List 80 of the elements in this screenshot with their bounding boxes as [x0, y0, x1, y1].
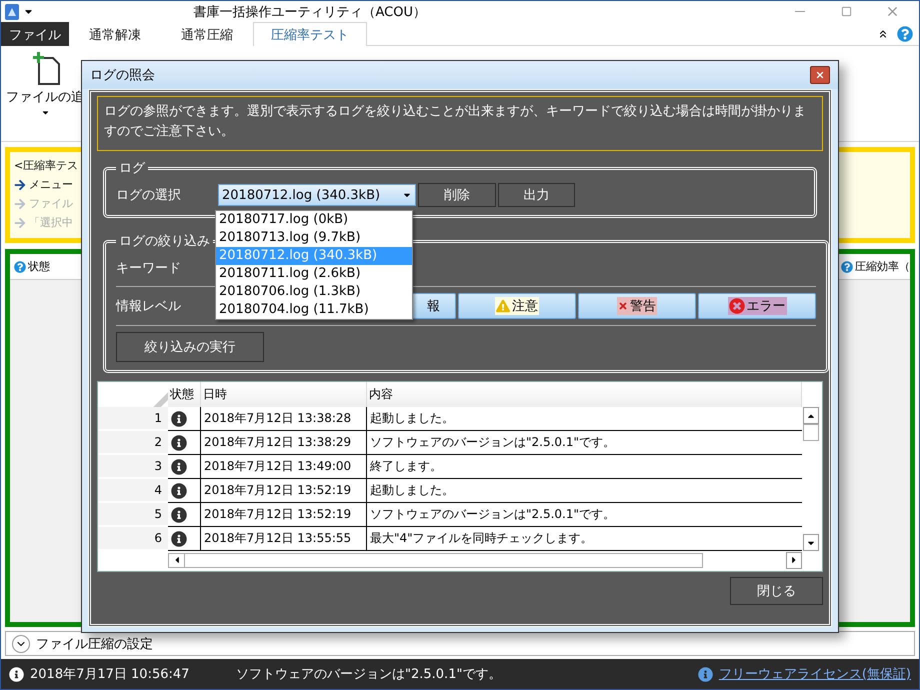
column-header: 状態 — [28, 259, 50, 274]
collapse-ribbon-icon[interactable] — [877, 28, 889, 40]
info-icon — [171, 434, 187, 450]
scroll-thumb[interactable] — [803, 424, 819, 441]
close-dialog-button[interactable]: 閉じる — [730, 577, 823, 605]
log-select[interactable]: 20180712.log (340.3kB) — [218, 184, 416, 206]
info-icon — [171, 506, 187, 522]
guide-heading: <圧縮率テス — [14, 158, 78, 173]
level-button[interactable]: 警告 — [578, 293, 696, 319]
table-cell: 2018年7月12日 13:55:55 — [201, 527, 367, 551]
license-link[interactable]: フリーウェアライセンス(無保証) — [718, 665, 911, 683]
run-filter-button[interactable]: 絞り込みの実行 — [116, 332, 264, 362]
dialog-button[interactable]: 削除 — [418, 183, 496, 207]
field-label: ログの選択 — [116, 187, 182, 204]
help-icon[interactable] — [14, 260, 26, 272]
table-cell: 2018年7月12日 13:49:00 — [201, 455, 367, 479]
column-header: 状態 — [168, 382, 201, 407]
help-icon[interactable] — [897, 26, 913, 42]
guide-step: メニュー — [29, 177, 73, 192]
info-icon — [171, 458, 187, 474]
chevron-icon — [12, 634, 30, 652]
info-icon — [171, 410, 187, 426]
row-header: 2 — [98, 431, 168, 455]
file-menu-tab[interactable]: ファイル — [1, 22, 69, 46]
row-header: 1 — [98, 407, 168, 431]
info-icon — [171, 482, 187, 498]
table-cell: 起動しました。 — [367, 479, 802, 503]
info-icon — [698, 666, 713, 682]
dialog-close-button[interactable] — [810, 66, 830, 84]
dialog-title: ログの照会 — [90, 67, 155, 84]
scrollbar-track[interactable] — [168, 552, 703, 568]
dropdown-option[interactable]: 20180713.log (9.7kB) — [216, 229, 412, 247]
level-button[interactable]: エラー — [698, 293, 816, 319]
ribbon-tab[interactable]: 圧縮率テスト — [253, 22, 367, 46]
table-cell: ソフトウェアのバージョンは"2.5.0.1"です。 — [367, 503, 802, 527]
table-cell: 2018年7月12日 13:52:19 — [201, 479, 367, 503]
dropdown-option[interactable]: 20180704.log (11.7kB) — [216, 301, 412, 319]
minimize-icon — [795, 11, 805, 12]
error-icon — [728, 298, 744, 314]
table-cell: 起動しました。 — [367, 407, 802, 431]
table-cell: 2018年7月12日 13:38:29 — [201, 431, 367, 455]
table-cell: 最大"4"ファイルを同時チェックします。 — [367, 527, 802, 551]
cross-icon — [618, 301, 628, 311]
table-cell: 終了します。 — [367, 455, 802, 479]
dropdown-option[interactable]: 20180717.log (0kB) — [216, 211, 412, 229]
column-header: 内容 — [367, 382, 802, 407]
dropdown-option[interactable]: 20180711.log (2.6kB) — [216, 265, 412, 283]
dialog-button[interactable]: 出力 — [498, 183, 575, 207]
row-header: 6 — [98, 527, 168, 551]
settings-expander[interactable]: ファイル圧縮の設定 — [5, 631, 915, 656]
table-cell: 2018年7月12日 13:52:19 — [201, 503, 367, 527]
scroll-up-button[interactable] — [803, 407, 819, 424]
window-title: 書庫一括操作ユーティリティ（ACOU） — [192, 4, 427, 20]
row-header: 5 — [98, 503, 168, 527]
field-label: キーワード — [116, 260, 182, 277]
table-cell: ソフトウェアのバージョンは"2.5.0.1"です。 — [367, 431, 802, 455]
row-header: 4 — [98, 479, 168, 503]
scroll-down-button[interactable] — [803, 534, 819, 551]
info-icon — [171, 530, 187, 546]
column-header: 日時 — [201, 382, 367, 407]
field-label: 情報レベル — [116, 298, 182, 315]
close-icon — [815, 70, 825, 80]
column-header: 圧縮効率（ — [855, 259, 910, 274]
maximize-icon — [840, 6, 852, 17]
status-time: 2018年7月17日 10:56:47 — [30, 666, 190, 683]
status-message: ソフトウェアのバージョンは"2.5.0.1"です。 — [236, 666, 502, 683]
group-title: ログの絞り込み — [118, 233, 211, 250]
warning-icon — [496, 299, 510, 313]
dialog-description: ログの参照ができます。選別で表示するログを絞り込むことが出来ますが、キーワードで絞り込む場合は時間が掛かりますのでご注意下さい。 — [104, 104, 806, 139]
guide-step: 「選択中 — [29, 215, 73, 230]
group-title: ログ — [118, 160, 146, 177]
table-cell: 2018年7月12日 13:38:28 — [201, 407, 367, 431]
scroll-right-button[interactable] — [786, 552, 802, 568]
guide-step: ファイル — [29, 196, 73, 211]
app-icon — [5, 4, 19, 20]
dropdown-option[interactable]: 20180706.log (1.3kB) — [216, 283, 412, 301]
row-header: 3 — [98, 455, 168, 479]
level-button[interactable]: 注意 — [458, 293, 576, 319]
info-icon — [9, 666, 24, 682]
help-icon[interactable] — [841, 260, 853, 272]
